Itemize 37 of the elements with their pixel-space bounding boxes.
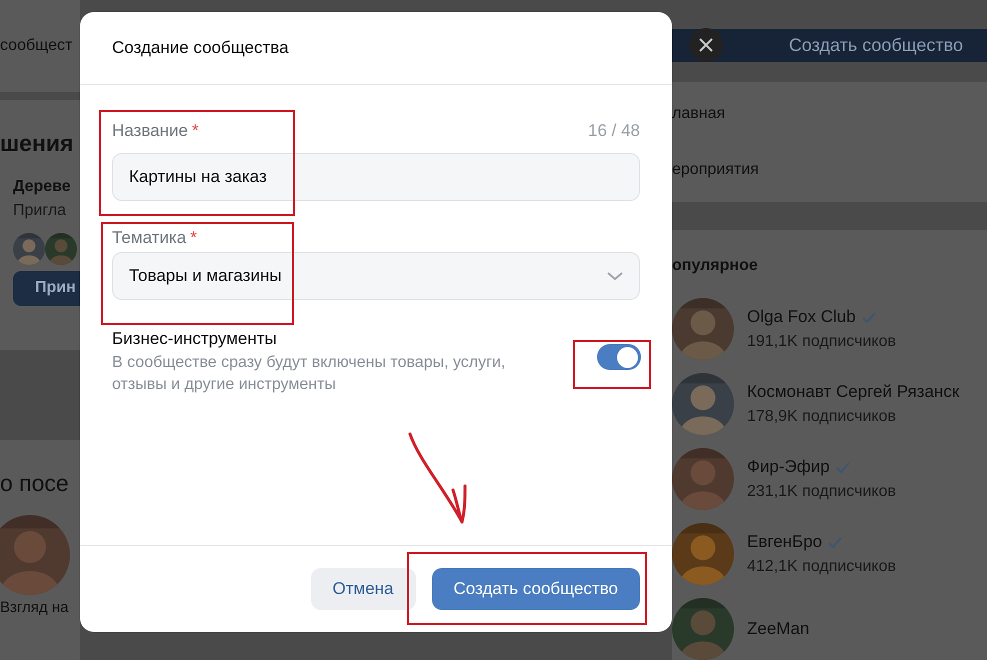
toggle-description: В сообществе сразу будут включены товары, услуги, отзывы и другие инструменты xyxy=(112,352,506,394)
community-name[interactable]: Фир-Эфир xyxy=(747,454,830,480)
chevron-down-icon xyxy=(607,272,623,280)
cancel-button[interactable]: Отмена xyxy=(310,568,416,610)
menu-item[interactable]: лавная xyxy=(672,102,987,126)
subscriber-count: 231,1K подписчиков xyxy=(747,482,896,502)
subscriber-count: 178,9K подписчиков xyxy=(747,406,897,427)
accept-button[interactable]: Прин xyxy=(13,270,80,306)
recent-item-title: Взгляд на xyxy=(0,598,70,618)
community-name[interactable]: Космонавт Сергей Рязанск xyxy=(747,379,960,405)
verified-check-icon xyxy=(862,312,876,322)
required-asterisk: * xyxy=(190,228,197,246)
invite-name: Дереве xyxy=(13,176,72,196)
section-title: шения xyxy=(0,129,74,158)
verified-check-icon xyxy=(836,462,850,472)
create-button[interactable]: Создать сообщество xyxy=(432,568,640,610)
community-name[interactable]: ZeeMan xyxy=(747,616,810,642)
community-name[interactable]: Olga Fox Club xyxy=(747,304,856,330)
name-field[interactable]: Картины на заказ xyxy=(112,152,640,200)
dialog-title: Создание сообщества xyxy=(112,37,289,60)
subscriber-count: 191,1K подписчиков xyxy=(747,332,896,352)
invite-subtitle: Пригла xyxy=(13,200,68,220)
toggle-title: Бизнес-инструменты xyxy=(112,328,278,350)
character-counter: 16 / 48 xyxy=(588,120,640,142)
subscriber-count: 412,1K подписчиков xyxy=(747,556,896,577)
verified-check-icon xyxy=(828,536,842,548)
close-icon xyxy=(698,37,714,53)
topic-select[interactable]: Товары и магазины xyxy=(112,252,640,300)
field-label: Название * xyxy=(112,120,199,142)
required-asterisk: * xyxy=(192,121,199,140)
community-name[interactable]: ЕвгенБро xyxy=(747,529,822,555)
field-label: Тематика * xyxy=(112,226,198,248)
menu-item[interactable]: ероприятия xyxy=(672,158,987,182)
search-text: сообщест xyxy=(0,37,72,54)
popular-title: опулярное xyxy=(672,256,759,276)
section-title: о посе xyxy=(0,469,70,498)
business-tools-switch[interactable] xyxy=(597,344,641,370)
